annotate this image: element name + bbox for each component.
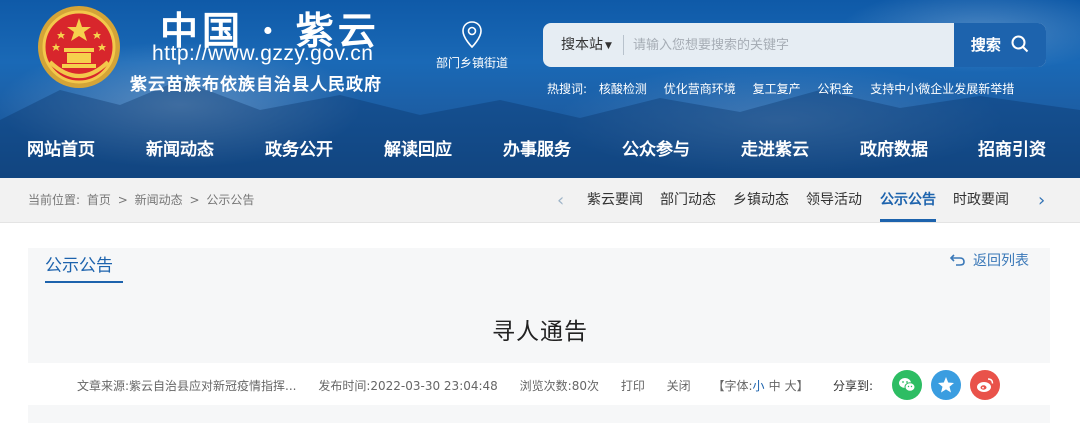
back-to-list-label: 返回列表 <box>973 253 1029 269</box>
subnav-item-town-news[interactable]: 乡镇动态 <box>733 178 789 223</box>
site-organization: 紫云苗族布依族自治县人民政府 <box>130 75 382 95</box>
location-pin-icon <box>462 21 482 49</box>
search-icon <box>1011 35 1029 53</box>
search-scope-label: 搜本站 <box>561 37 603 53</box>
close-link[interactable]: 关闭 <box>667 379 691 393</box>
share-label: 分享到: <box>833 379 874 393</box>
breadcrumb-separator: > <box>189 193 200 207</box>
nav-item-interpretation[interactable]: 解读回应 <box>384 130 452 170</box>
nav-item-investment[interactable]: 招商引资 <box>978 130 1046 170</box>
hot-search-label: 热搜词: <box>547 82 588 96</box>
nav-item-gov-affairs[interactable]: 政务公开 <box>265 130 333 170</box>
breadcrumb-item-news[interactable]: 新闻动态 <box>135 193 183 207</box>
weibo-icon <box>977 378 994 392</box>
breadcrumb-separator: > <box>117 193 128 207</box>
hot-word-link[interactable]: 优化营商环境 <box>664 82 736 96</box>
share-qzone-button[interactable] <box>931 370 961 400</box>
share-weibo-button[interactable] <box>970 370 1000 400</box>
article-publish-time: 发布时间:2022-03-30 23:04:48 <box>318 379 498 393</box>
font-size-label: 【字体: <box>712 379 753 393</box>
breadcrumb-label: 当前位置: <box>28 193 81 207</box>
nav-item-about-ziyun[interactable]: 走进紫云 <box>741 130 809 170</box>
wechat-icon <box>899 378 916 392</box>
search-divider <box>623 35 624 55</box>
department-town-label: 部门乡镇街道 <box>435 56 508 70</box>
nav-item-news[interactable]: 新闻动态 <box>146 130 214 170</box>
chevron-right-icon[interactable]: › <box>1038 178 1045 223</box>
back-to-list-link[interactable]: 返回列表 <box>949 250 1029 270</box>
main-nav: 网站首页 新闻动态 政务公开 解读回应 办事服务 公众参与 走进紫云 政府数据 … <box>0 130 1080 170</box>
breadcrumb-item-notices[interactable]: 公示公告 <box>206 193 254 207</box>
hot-word-link[interactable]: 复工复产 <box>753 82 801 96</box>
article-body-start <box>28 405 1050 423</box>
font-size-medium[interactable]: 中 <box>769 379 781 393</box>
site-header: 中国 · 紫云 http://www.gzzy.gov.cn 紫云苗族布依族自治… <box>0 0 1080 178</box>
search-box: 搜本站▼ 搜索 <box>543 23 1046 67</box>
subnav-item-leader-activities[interactable]: 领导活动 <box>806 178 862 223</box>
article-source: 文章来源:紫云自治县应对新冠疫情指挥... <box>77 379 297 393</box>
article-title: 寻人通告 <box>492 319 588 345</box>
chevron-left-icon[interactable]: ‹ <box>557 178 564 223</box>
hot-word-link[interactable]: 公积金 <box>817 82 853 96</box>
nav-item-services[interactable]: 办事服务 <box>503 130 571 170</box>
hot-search-words: 热搜词: 核酸检测 优化营商环境 复工复产 公积金 支持中小微企业发展新举措 <box>547 80 1027 97</box>
breadcrumb-bar: 当前位置: 首页 > 新闻动态 > 公示公告 ‹ 紫云要闻 部门动态 乡镇动态 … <box>0 178 1080 223</box>
subnav-item-ziyun-news[interactable]: 紫云要闻 <box>587 178 643 223</box>
font-size-small[interactable]: 小 <box>753 379 765 393</box>
section-title: 公示公告 <box>45 256 113 276</box>
search-input[interactable] <box>633 29 933 61</box>
article-view-count: 浏览次数:80次 <box>519 379 599 393</box>
nav-item-home[interactable]: 网站首页 <box>27 130 95 170</box>
breadcrumb: 当前位置: 首页 > 新闻动态 > 公示公告 <box>28 178 257 223</box>
department-town-link[interactable]: 部门乡镇街道 <box>432 20 512 71</box>
font-size-large[interactable]: 大】 <box>785 379 809 393</box>
hot-word-link[interactable]: 支持中小微企业发展新举措 <box>870 82 1014 96</box>
hot-word-link[interactable]: 核酸检测 <box>599 82 647 96</box>
subnav-item-notices[interactable]: 公示公告 <box>880 178 936 223</box>
nav-item-gov-data[interactable]: 政府数据 <box>860 130 928 170</box>
subnav-item-current-affairs[interactable]: 时政要闻 <box>953 178 1009 223</box>
subnav-item-dept-news[interactable]: 部门动态 <box>660 178 716 223</box>
print-link[interactable]: 打印 <box>621 379 645 393</box>
qzone-star-icon <box>938 377 954 393</box>
article-meta: 文章来源:紫云自治县应对新冠疫情指挥... 发布时间:2022-03-30 23… <box>77 377 813 394</box>
search-scope-dropdown[interactable]: 搜本站 ▼ <box>561 23 612 67</box>
nav-item-participation[interactable]: 公众参与 <box>622 130 690 170</box>
subnav-active-indicator <box>880 219 936 222</box>
return-arrow-icon <box>949 254 965 266</box>
site-url[interactable]: http://www.gzzy.gov.cn <box>152 42 373 66</box>
breadcrumb-item-home[interactable]: 首页 <box>87 193 111 207</box>
caret-down-icon: ▼ <box>605 41 612 51</box>
share-wechat-button[interactable] <box>892 370 922 400</box>
search-button[interactable]: 搜索 <box>954 23 1046 67</box>
national-emblem-icon <box>38 6 120 88</box>
search-button-label: 搜索 <box>970 36 1001 54</box>
section-title-underline <box>45 281 123 283</box>
